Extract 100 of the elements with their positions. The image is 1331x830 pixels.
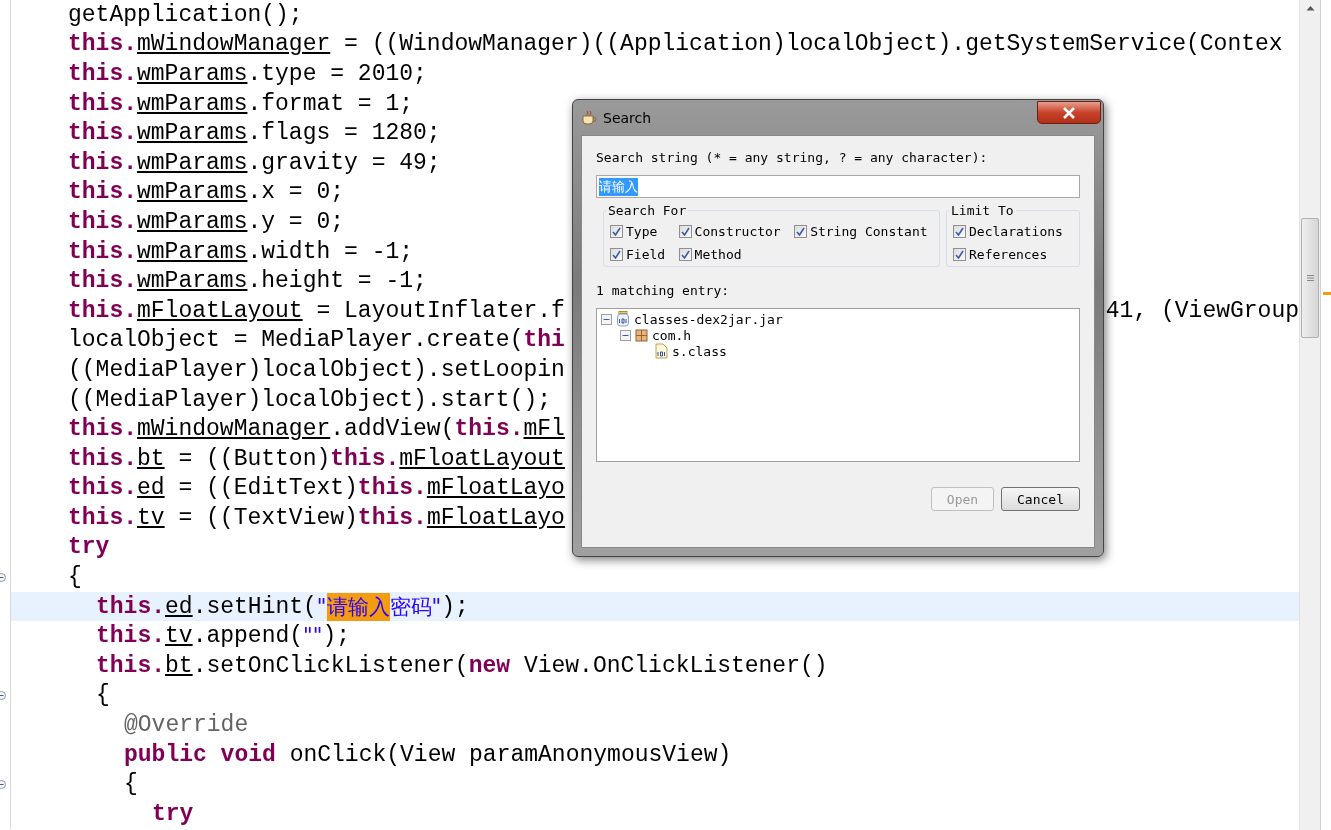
keyword-text: this. — [68, 475, 137, 502]
keyword-text: this. — [68, 31, 137, 58]
coffee-cup-icon — [581, 109, 597, 126]
code-text: .flags = 1280; — [247, 120, 441, 147]
keyword-text: this. — [68, 120, 137, 147]
code-text: = ((WindowManager)((Application)localObject).getSystemService(Contex — [343, 31, 1283, 58]
field-text: wmParams — [137, 120, 248, 147]
checkbox-label: Type — [626, 224, 658, 239]
field-text: mFloatLayout — [399, 445, 565, 472]
code-text: .addView( — [330, 416, 455, 443]
keyword-text: this. — [68, 149, 137, 176]
collapse-icon[interactable] — [620, 329, 631, 341]
scroll-up-icon[interactable] — [1305, 5, 1315, 11]
search-string-label: Search string (* = any string, ? = any character): — [596, 150, 989, 165]
code-text: localObject = MediaPlayer.create( — [68, 327, 524, 354]
keyword-text: this. — [96, 593, 165, 620]
field-text: mFl — [523, 416, 565, 443]
checkbox-box[interactable] — [610, 248, 623, 261]
field-text: wmParams — [137, 90, 248, 117]
code-text: ); — [441, 593, 469, 620]
occurrence-marker[interactable] — [1323, 292, 1331, 295]
vertical-scrollbar[interactable] — [1299, 0, 1320, 830]
code-text: .width = -1; — [247, 238, 414, 265]
keyword-text: this. — [68, 208, 137, 235]
field-text: bt — [137, 445, 165, 472]
checkbox[interactable]: References — [953, 247, 1073, 262]
keyword-text: this. — [357, 475, 427, 502]
field-text: ed — [165, 593, 193, 620]
code-text: .setOnClickListener( — [192, 652, 469, 679]
collapse-icon[interactable] — [601, 313, 612, 325]
field-text: wmParams — [137, 208, 248, 235]
checkbox-box[interactable] — [953, 225, 966, 238]
dialog-button[interactable]: Cancel — [1001, 487, 1080, 511]
keyword-text: this. — [68, 268, 137, 295]
keyword-text: new — [468, 652, 511, 679]
fold-icon[interactable] — [0, 690, 6, 700]
keyword-text: this. — [357, 504, 427, 531]
field-text: tv — [137, 504, 165, 531]
checkbox[interactable]: String Constant — [794, 224, 933, 239]
code-text: .type = 2010; — [247, 61, 427, 87]
keyword-text: this. — [68, 61, 137, 87]
code-text: = ((TextView) — [177, 504, 358, 531]
code-text: .append( — [192, 623, 304, 650]
group-title: Limit To — [949, 203, 1016, 218]
keyword-text: this. — [330, 445, 400, 472]
code-text: { — [96, 682, 110, 709]
keyword-text: this. — [96, 623, 165, 650]
code-text: = ((Button) — [177, 445, 331, 472]
close-button[interactable] — [1037, 101, 1101, 124]
code-text: .setHint( — [192, 593, 317, 620]
string-text: "" — [303, 624, 323, 649]
package-icon — [635, 328, 648, 342]
code-text: onClick(View paramAnonymousView) — [288, 741, 732, 768]
checkbox[interactable]: Constructor — [678, 224, 787, 239]
code-text: = ((EditText) — [177, 475, 358, 502]
code-text: = LayoutInflater.f — [315, 297, 565, 324]
field-text: wmParams — [137, 61, 248, 87]
scrollbar-thumb[interactable] — [1301, 218, 1319, 338]
checkbox-label: Declarations — [969, 224, 1063, 239]
tree-item[interactable]: classes-dex2jar.jar — [634, 311, 783, 327]
field-text: bt — [165, 652, 193, 679]
keyword-text: public void — [124, 741, 276, 768]
checkbox-label: References — [969, 247, 1048, 262]
keyword-text: try — [68, 534, 110, 561]
field-text: wmParams — [137, 149, 248, 176]
checkbox-box[interactable] — [610, 225, 623, 238]
keyword-text: this. — [68, 90, 137, 117]
checkbox-label: Method — [694, 247, 742, 262]
close-icon — [1062, 106, 1076, 119]
field-text: mFloatLayout — [137, 297, 303, 324]
keyword-text: this. — [96, 652, 165, 679]
keyword-text: this. — [68, 416, 137, 443]
code-text: { — [124, 771, 138, 798]
checkbox-box[interactable] — [794, 225, 808, 238]
code-text: View.OnClickListener() — [522, 652, 828, 679]
fold-icon[interactable] — [0, 779, 6, 789]
checkbox-label: Field — [626, 247, 666, 262]
matches-label: 1 matching entry: — [596, 283, 731, 298]
keyword-text: this. — [68, 238, 137, 265]
code-text: .y = 0; — [247, 208, 345, 235]
string-text: 密码" — [389, 593, 442, 621]
keyword-text: this. — [454, 416, 524, 443]
checkbox-box[interactable] — [678, 248, 692, 261]
keyword-text: this. — [68, 445, 137, 472]
checkbox[interactable]: Method — [678, 247, 787, 262]
checkbox[interactable]: Field — [610, 247, 671, 262]
field-text: wmParams — [137, 268, 248, 295]
keyword-text: this. — [68, 179, 137, 206]
dialog-title: Search — [603, 109, 652, 126]
class-file-icon — [654, 343, 668, 359]
tree-item[interactable]: s.class — [672, 343, 727, 359]
fold-icon[interactable] — [0, 572, 6, 582]
checkbox[interactable]: Type — [610, 224, 671, 239]
search-match-text: 请输入 — [326, 592, 390, 621]
field-text: mFloatLayo — [426, 504, 565, 531]
checkbox[interactable]: Declarations — [953, 224, 1073, 239]
checkbox-box[interactable] — [953, 248, 966, 261]
checkbox-box[interactable] — [678, 225, 692, 238]
tree-item[interactable]: com.h — [652, 327, 692, 343]
checkbox-label: String Constant — [810, 224, 928, 239]
